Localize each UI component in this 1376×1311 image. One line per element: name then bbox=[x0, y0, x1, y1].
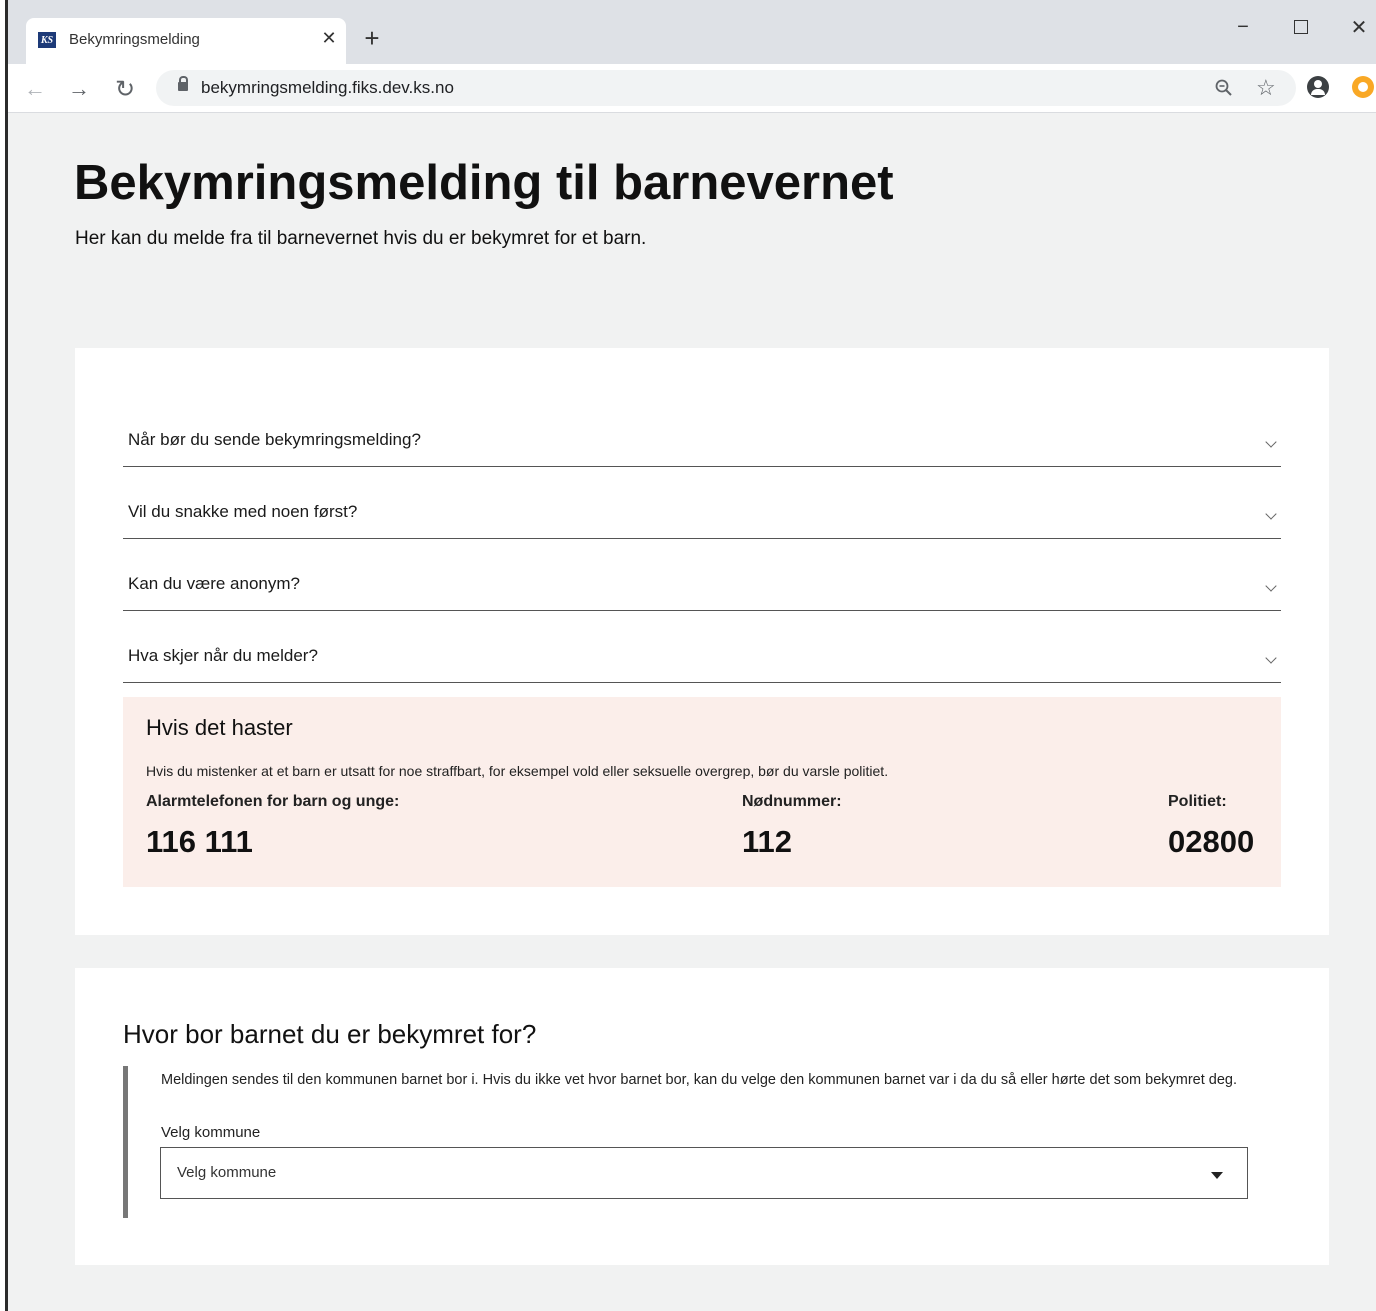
location-heading: Hvor bor barnet du er bekymret for? bbox=[123, 1019, 537, 1049]
contact-label: Alarmtelefonen for barn og unge: bbox=[146, 793, 400, 810]
page-subtitle: Her kan du melde fra til barnevernet hvi… bbox=[75, 228, 647, 249]
urgent-title: Hvis det haster bbox=[146, 715, 293, 740]
browser-tab[interactable]: KS Bekymringsmelding ✕ bbox=[26, 18, 346, 64]
info-bar bbox=[123, 1066, 128, 1218]
accordion-item[interactable]: Hva skjer når du melder? bbox=[123, 610, 1281, 683]
accordion-item[interactable]: Når bør du sende bekymringsmelding? bbox=[123, 394, 1281, 467]
maximize-button[interactable] bbox=[1278, 12, 1324, 42]
zoom-icon[interactable] bbox=[1214, 78, 1234, 98]
accordion-label: Når bør du sende bekymringsmelding? bbox=[128, 430, 421, 449]
minimize-button[interactable]: − bbox=[1220, 12, 1266, 42]
page-content: Bekymringsmelding til barnevernet Her ka… bbox=[8, 113, 1376, 1311]
accordion-label: Hva skjer når du melder? bbox=[128, 646, 318, 665]
url-text: bekymringsmelding.fiks.dev.ks.no bbox=[201, 78, 454, 97]
contact-label: Nødnummer: bbox=[742, 793, 842, 810]
location-card: Hvor bor barnet du er bekymret for? Meld… bbox=[75, 968, 1329, 1265]
kommune-label: Velg kommune bbox=[161, 1124, 261, 1141]
close-window-button[interactable]: ✕ bbox=[1336, 12, 1376, 42]
browser-toolbar: ← → ↻ bekymringsmelding.fiks.dev.ks.no ☆ bbox=[8, 64, 1376, 113]
kommune-select-value: Velg kommune bbox=[177, 1164, 277, 1181]
maximize-icon bbox=[1294, 20, 1308, 34]
tab-close-icon[interactable]: ✕ bbox=[318, 27, 340, 49]
caret-down-icon bbox=[1211, 1172, 1223, 1179]
accordion-label: Kan du være anonym? bbox=[128, 574, 300, 593]
urgent-box: Hvis det haster Hvis du mistenker at et … bbox=[123, 697, 1281, 887]
ks-favicon-icon: KS bbox=[38, 32, 56, 48]
tab-title: Bekymringsmelding bbox=[69, 31, 200, 48]
contact-number: 02800 bbox=[1168, 824, 1255, 859]
accordion-item[interactable]: Kan du være anonym? bbox=[123, 538, 1281, 611]
address-bar[interactable]: bekymringsmelding.fiks.dev.ks.no ☆ bbox=[156, 70, 1296, 106]
reload-button[interactable]: ↻ bbox=[110, 74, 140, 104]
info-card: Når bør du sende bekymringsmelding? Vil … bbox=[75, 348, 1329, 935]
contact-politiet: Politiet: 02800 bbox=[1168, 793, 1254, 860]
kommune-select[interactable]: Velg kommune bbox=[160, 1147, 1248, 1199]
chevron-down-icon bbox=[1265, 508, 1277, 520]
tab-strip: KS Bekymringsmelding ✕ + − ✕ bbox=[8, 0, 1376, 64]
desktop-edge bbox=[0, 0, 8, 1311]
profile-icon[interactable] bbox=[1307, 76, 1329, 98]
contact-label: Politiet: bbox=[1168, 793, 1227, 810]
accordion-label: Vil du snakke med noen først? bbox=[128, 502, 358, 521]
chevron-down-icon bbox=[1265, 436, 1277, 448]
accordion-item[interactable]: Vil du snakke med noen først? bbox=[123, 466, 1281, 539]
contact-number: 112 bbox=[742, 824, 793, 859]
page-title: Bekymringsmelding til barnevernet bbox=[74, 156, 894, 210]
bookmark-star-icon[interactable]: ☆ bbox=[1256, 75, 1276, 101]
contact-number: 116 111 bbox=[146, 824, 253, 859]
forward-button[interactable]: → bbox=[64, 74, 94, 104]
extension-icon[interactable] bbox=[1352, 76, 1374, 98]
contact-alarmtelefon: Alarmtelefonen for barn og unge: 116 111 bbox=[146, 793, 399, 860]
lock-icon bbox=[178, 76, 188, 91]
urgent-text: Hvis du mistenker at et barn er utsatt f… bbox=[146, 763, 889, 779]
chevron-down-icon bbox=[1265, 580, 1277, 592]
browser-window: KS Bekymringsmelding ✕ + − ✕ ← → ↻ bekym… bbox=[8, 0, 1376, 1311]
chevron-down-icon bbox=[1265, 652, 1277, 664]
back-button[interactable]: ← bbox=[20, 74, 50, 104]
new-tab-button[interactable]: + bbox=[358, 23, 386, 53]
contact-nodnummer: Nødnummer: 112 bbox=[742, 793, 842, 860]
location-info: Meldingen sendes til den kommunen barnet… bbox=[161, 1072, 1238, 1088]
